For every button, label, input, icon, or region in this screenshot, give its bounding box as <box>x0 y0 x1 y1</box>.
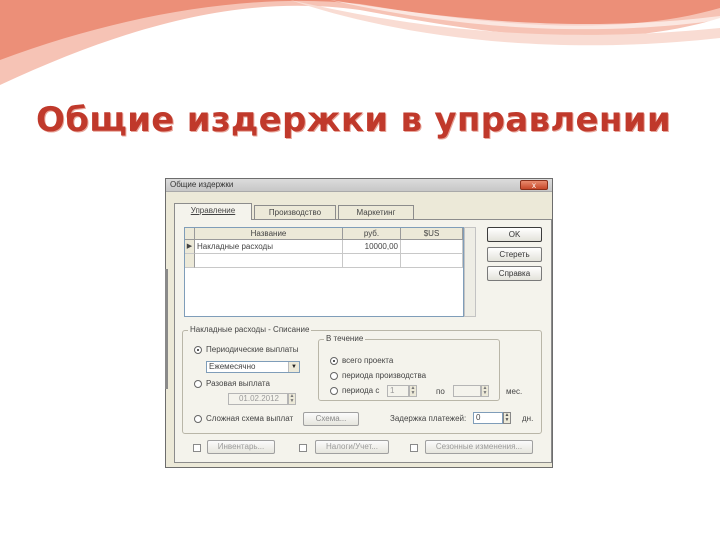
to-spinner-icon[interactable]: ▲ ▼ <box>481 385 489 397</box>
header-wave-decoration <box>0 0 720 85</box>
row-header-corner <box>185 228 195 240</box>
tab-management[interactable]: Управление <box>174 203 252 220</box>
slide-title: Общие издержки в управлении <box>36 100 671 140</box>
period-from-label[interactable]: периода с <box>342 386 379 396</box>
close-button[interactable]: x <box>520 180 548 190</box>
column-header-name[interactable]: Название <box>195 228 343 240</box>
period-to-field[interactable] <box>453 385 481 397</box>
production-period-label[interactable]: периода производства <box>342 371 426 381</box>
dialog-title: Общие издержки <box>170 180 234 189</box>
complex-label[interactable]: Сложная схема выплат <box>206 414 293 424</box>
seasonal-checkbox[interactable] <box>410 444 418 452</box>
help-button[interactable]: Справка <box>487 266 542 281</box>
seasonal-button[interactable]: Сезонные изменения... <box>425 440 533 454</box>
tab-production[interactable]: Производство <box>254 205 336 219</box>
date-spinner-icon[interactable]: ▲ ▼ <box>288 393 296 405</box>
tab-marketing-label: Маркетинг <box>356 208 396 217</box>
radio-period-from[interactable] <box>330 387 338 395</box>
tab-production-label: Производство <box>268 208 322 217</box>
onetime-label[interactable]: Разовая выплата <box>206 379 270 389</box>
frequency-select[interactable]: Ежемесячно ▼ <box>206 361 300 373</box>
taxes-button[interactable]: Налоги/Учет... <box>315 440 389 454</box>
months-unit-label: мес. <box>506 387 523 396</box>
onetime-date-field[interactable]: 01.02.2012 <box>228 393 288 405</box>
dialog-edge-strip <box>165 269 168 389</box>
taxes-checkbox[interactable] <box>299 444 307 452</box>
close-icon: x <box>532 181 536 190</box>
whole-project-label[interactable]: всего проекта <box>342 356 393 366</box>
radio-production-period[interactable] <box>330 372 338 380</box>
tab-management-label: Управление <box>190 206 236 215</box>
radio-complex[interactable] <box>194 415 202 423</box>
from-spinner-icon[interactable]: ▲ ▼ <box>409 385 417 397</box>
row-pointer-icon: ▶ <box>185 240 195 254</box>
table-cell-empty[interactable] <box>195 254 343 268</box>
periodic-label[interactable]: Периодические выплаты <box>206 345 298 355</box>
ok-button[interactable]: OK <box>487 227 542 242</box>
table-cell-empty[interactable] <box>401 254 463 268</box>
radio-whole-project[interactable] <box>330 357 338 365</box>
general-costs-dialog: Общие издержки x Управление Производство… <box>165 178 553 468</box>
delete-button[interactable]: Стереть <box>487 247 542 262</box>
table-scrollbar[interactable] <box>464 227 476 317</box>
dialog-titlebar[interactable]: Общие издержки x <box>166 179 552 192</box>
period-from-field[interactable]: 1 <box>387 385 409 397</box>
table-cell-usd[interactable] <box>401 240 463 254</box>
radio-onetime[interactable] <box>194 380 202 388</box>
column-header-usd[interactable]: $US <box>401 228 463 240</box>
payment-delay-label: Задержка платежей: <box>390 414 467 423</box>
overhead-group-label: Накладные расходы - Списание <box>188 325 312 334</box>
table-cell-rub[interactable]: 10000,00 <box>343 240 401 254</box>
row-header-empty <box>185 254 195 268</box>
table-cell-empty[interactable] <box>343 254 401 268</box>
table-cell-name[interactable]: Накладные расходы <box>195 240 343 254</box>
delay-spinner-icon[interactable]: ▲ ▼ <box>503 412 511 424</box>
scheme-button[interactable]: Схема... <box>303 412 359 426</box>
radio-periodic[interactable] <box>194 346 202 354</box>
days-unit-label: дн. <box>522 414 534 423</box>
frequency-value: Ежемесячно <box>209 362 256 371</box>
column-header-rub[interactable]: руб. <box>343 228 401 240</box>
during-group-label: В течение <box>324 334 366 343</box>
costs-table[interactable]: Название руб. $US ▶ Накладные расходы 10… <box>184 227 464 317</box>
chevron-down-icon[interactable]: ▼ <box>288 362 299 372</box>
payment-delay-field[interactable]: 0 <box>473 412 503 424</box>
inventory-button[interactable]: Инвентарь... <box>207 440 275 454</box>
tab-marketing[interactable]: Маркетинг <box>338 205 414 219</box>
inventory-checkbox[interactable] <box>193 444 201 452</box>
period-to-label: по <box>436 387 445 396</box>
